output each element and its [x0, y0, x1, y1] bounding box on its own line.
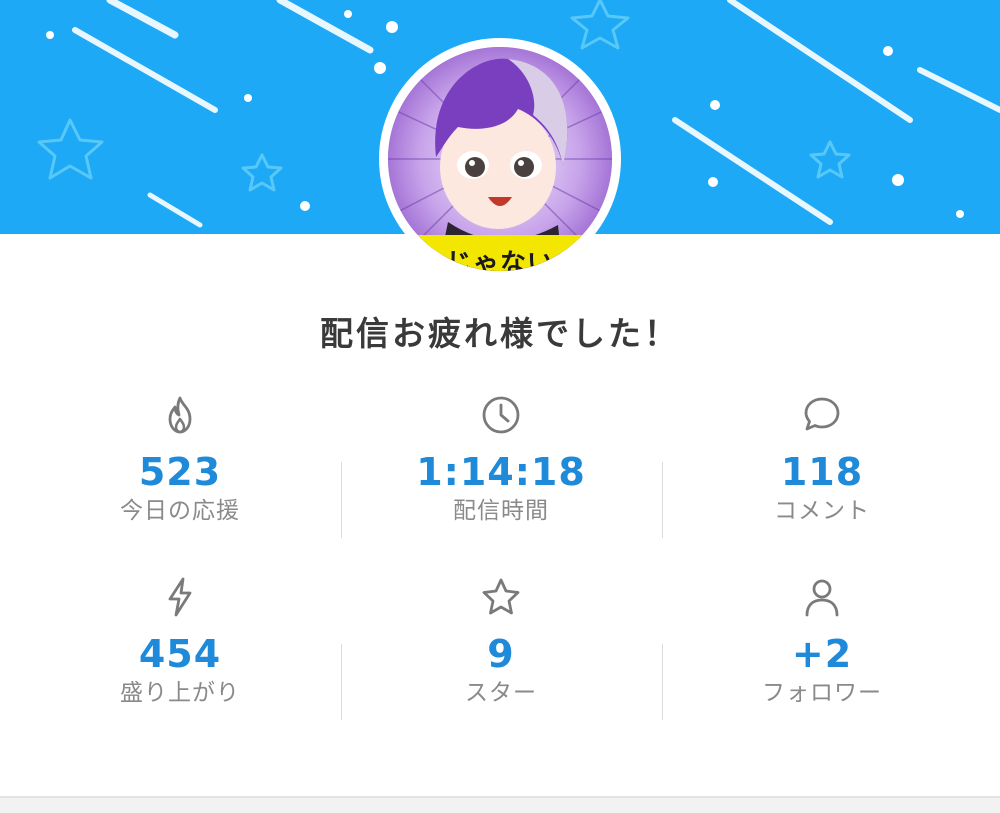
stat-value: 9	[487, 632, 515, 676]
lightning-icon	[168, 577, 192, 617]
avatar-caption: じゃない	[445, 249, 554, 271]
stat-value: 523	[138, 450, 222, 494]
stat-stream-time: 1:14:18 配信時間	[341, 393, 661, 527]
page-title: 配信お疲れ様でした！	[320, 314, 680, 353]
stat-value: 454	[138, 632, 222, 676]
stat-today-cheers: 523 今日の応援	[20, 393, 340, 527]
stat-value: 118	[780, 450, 864, 494]
stat-label: フォロワー	[762, 680, 882, 706]
stat-value: +2	[791, 632, 853, 676]
stat-excitement: 454 盛り上がり	[20, 575, 340, 709]
stat-label: コメント	[774, 498, 870, 524]
fire-icon	[168, 396, 192, 434]
column-divider	[341, 644, 342, 720]
column-divider	[662, 644, 663, 720]
stat-label: 今日の応援	[120, 498, 240, 524]
clock-icon	[482, 396, 520, 434]
stat-followers: +2 フォロワー	[662, 575, 982, 709]
stat-stars: 9 スター	[341, 575, 661, 709]
stat-label: スター	[465, 680, 537, 706]
streamer-avatar[interactable]: じゃない	[379, 38, 621, 280]
stream-summary-page: じゃない 配信お疲れ様でした！ 523 今日の応援 1:14:18 配信時間 1…	[0, 0, 1000, 813]
comment-icon	[804, 397, 840, 431]
stat-value: 1:14:18	[416, 450, 586, 494]
star-icon	[482, 578, 520, 615]
avatar-image: じゃない	[388, 47, 612, 271]
stat-comments: 118 コメント	[662, 393, 982, 527]
stat-label: 盛り上がり	[120, 680, 240, 706]
column-divider	[341, 462, 342, 538]
user-icon	[805, 579, 839, 617]
column-divider	[662, 462, 663, 538]
bottom-separator	[0, 796, 1000, 813]
stat-label: 配信時間	[453, 498, 549, 524]
